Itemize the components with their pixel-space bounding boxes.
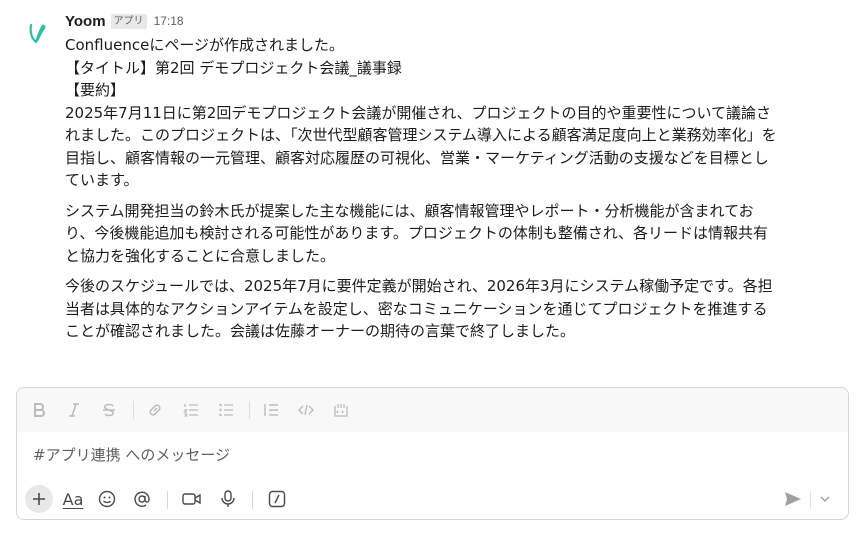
toolbar-divider <box>133 401 134 419</box>
summary-paragraph: システム開発担当の鈴木氏が提案した主な機能には、顧客情報管理やレポート・分析機能… <box>65 200 855 268</box>
message: Yoom アプリ 17:18 Confluenceにページが作成されました。 【… <box>0 0 868 380</box>
code-block-icon[interactable] <box>329 398 353 422</box>
message-composer[interactable]: #アプリ連携 へのメッセージ Aa <box>16 387 849 520</box>
bullet-list-icon[interactable] <box>214 398 238 422</box>
italic-icon[interactable] <box>62 398 86 422</box>
composer-divider <box>810 491 811 509</box>
timestamp[interactable]: 17:18 <box>154 14 184 28</box>
paragraph-line: 今後のスケジュールでは、2025年7月に要件定義が開始され、2026年3月にシス… <box>65 277 773 295</box>
blockquote-icon[interactable] <box>259 398 283 422</box>
mention-icon[interactable] <box>128 485 156 513</box>
text-format-icon[interactable]: Aa <box>58 485 88 513</box>
paragraph-line: 当者は具体的なアクションアイテムを設定し、密なコミュニケーションを通じてプロジェ… <box>65 299 768 318</box>
message-header: Yoom アプリ 17:18 <box>65 11 184 31</box>
link-icon[interactable] <box>143 398 167 422</box>
code-icon[interactable] <box>294 398 318 422</box>
paragraph-line: 目指し、顧客情報の一元管理、顧客対応履歴の可視化、営業・マーケティング活動の支援… <box>65 148 769 167</box>
composer-divider <box>167 491 168 509</box>
formatting-toolbar <box>17 388 848 432</box>
paragraph-line: システム開発担当の鈴木氏が提案した主な機能には、顧客情報管理やレポート・分析機能… <box>65 201 754 220</box>
yoom-avatar-icon[interactable] <box>20 16 56 52</box>
message-line: Confluenceにページが作成されました。 <box>65 36 345 54</box>
paragraph-line: り、今後機能追加も検討される可能性があります。プロジェクトの体制も整備され、各リ… <box>65 224 769 242</box>
bold-icon[interactable] <box>27 398 51 422</box>
strikethrough-icon[interactable] <box>97 398 121 422</box>
plus-icon[interactable] <box>25 485 53 513</box>
sender-name[interactable]: Yoom <box>65 13 106 30</box>
paragraph-line: と協力を強化することに合意しました。 <box>65 246 336 265</box>
paragraph-line: ています。 <box>65 171 139 189</box>
slash-command-icon[interactable] <box>263 485 291 513</box>
paragraph-line: ことが確認されました。会議は佐藤オーナーの期待の言葉で終了しました。 <box>65 322 576 340</box>
ordered-list-icon[interactable] <box>179 398 203 422</box>
message-line: 【要約】 <box>65 81 126 99</box>
emoji-icon[interactable] <box>93 485 121 513</box>
message-input[interactable]: #アプリ連携 へのメッセージ <box>33 444 230 465</box>
video-icon[interactable] <box>178 485 206 513</box>
chevron-down-icon[interactable] <box>813 485 837 513</box>
paragraph-line: 2025年7月11日に第2回デモプロジェクト会議が開催され、プロジェクトの目的や… <box>65 103 772 122</box>
summary-paragraph: 今後のスケジュールでは、2025年7月に要件定義が開始され、2026年3月にシス… <box>65 275 855 343</box>
app-badge: アプリ <box>110 13 147 29</box>
composer-divider <box>252 491 253 509</box>
message-line: 【タイトル】第2回 デモプロジェクト会議_議事録 <box>65 58 402 77</box>
send-icon[interactable] <box>779 485 807 513</box>
microphone-icon[interactable] <box>214 485 242 513</box>
summary-paragraph: 2025年7月11日に第2回デモプロジェクト会議が開催され、プロジェクトの目的や… <box>65 102 855 192</box>
composer-actions: Aa <box>17 482 848 518</box>
message-body: Confluenceにページが作成されました。 【タイトル】第2回 デモプロジェ… <box>65 34 855 343</box>
toolbar-divider <box>249 401 250 419</box>
paragraph-line: れました。このプロジェクトは、「次世代型顧客管理システム導入による顧客満足度向上… <box>65 126 777 144</box>
